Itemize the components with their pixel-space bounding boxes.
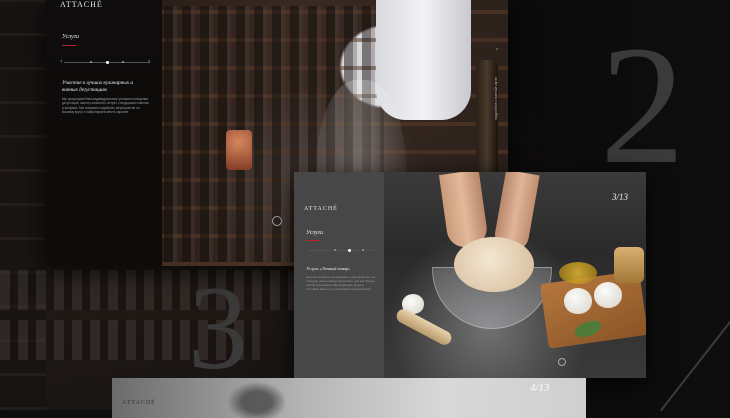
menu-underline xyxy=(306,240,320,241)
background-bottles-row xyxy=(0,270,300,310)
slide-pagination xyxy=(64,60,150,64)
pagination-dot-active[interactable] xyxy=(106,60,109,64)
slide-2-side-panel: ATTACHÉ Услуги ‹ › Участие в лучших кули… xyxy=(46,0,162,266)
brand-logo[interactable]: ATTACHÉ xyxy=(304,206,338,212)
egg xyxy=(564,288,592,314)
menu-underline xyxy=(62,45,76,46)
slide-counter: 3/13 xyxy=(612,192,629,202)
play-circle-icon[interactable] xyxy=(272,216,282,226)
chevron-left-icon[interactable]: ‹ xyxy=(60,58,62,65)
jar xyxy=(614,247,644,283)
service-description: Мы предложим Вам индивидуальные условия … xyxy=(62,97,149,114)
pagination-dot[interactable] xyxy=(334,249,336,251)
pagination-dot[interactable] xyxy=(122,61,124,63)
chevron-right-icon[interactable]: › xyxy=(148,58,150,65)
side-link[interactable]: подробнее о винной карте xyxy=(494,60,502,120)
dough xyxy=(454,237,534,292)
slide-3-card[interactable]: ATTACHÉ Услуги Услуги «Личный повар» Есл… xyxy=(294,172,646,378)
slide-4-card[interactable]: ATTACHÉ 4/13 xyxy=(112,378,586,418)
slide-number-2: 2 xyxy=(600,11,685,199)
brand-logo[interactable]: ATTACHÉ xyxy=(122,400,156,406)
service-description: Если вы желаете организовать ужин дома и… xyxy=(306,275,375,292)
slide-number-3: 3 xyxy=(188,261,248,394)
service-heading: Услуги «Личный повар» xyxy=(306,266,351,271)
slide-pagination xyxy=(308,248,374,252)
oil-dish xyxy=(559,262,597,284)
play-circle-icon[interactable] xyxy=(558,358,566,366)
menu-title[interactable]: Услуги xyxy=(62,34,79,40)
pagination-dot[interactable] xyxy=(90,61,92,63)
slide-3-side-panel: ATTACHÉ Услуги Услуги «Личный повар» Есл… xyxy=(294,172,384,378)
egg xyxy=(594,282,622,308)
brand-logo[interactable]: ATTACHÉ xyxy=(60,0,103,9)
pagination-dot[interactable] xyxy=(362,249,364,251)
pagination-dot-active[interactable] xyxy=(348,248,351,252)
menu-title[interactable]: Услуги xyxy=(306,230,323,236)
slide-counter: 4/13 xyxy=(530,382,550,394)
palm-tree xyxy=(222,378,292,418)
chevron-up-icon[interactable]: ⌃ xyxy=(495,48,499,54)
candle xyxy=(226,130,252,170)
service-heading: Участие в лучших кулинарных и винных дег… xyxy=(62,80,133,93)
